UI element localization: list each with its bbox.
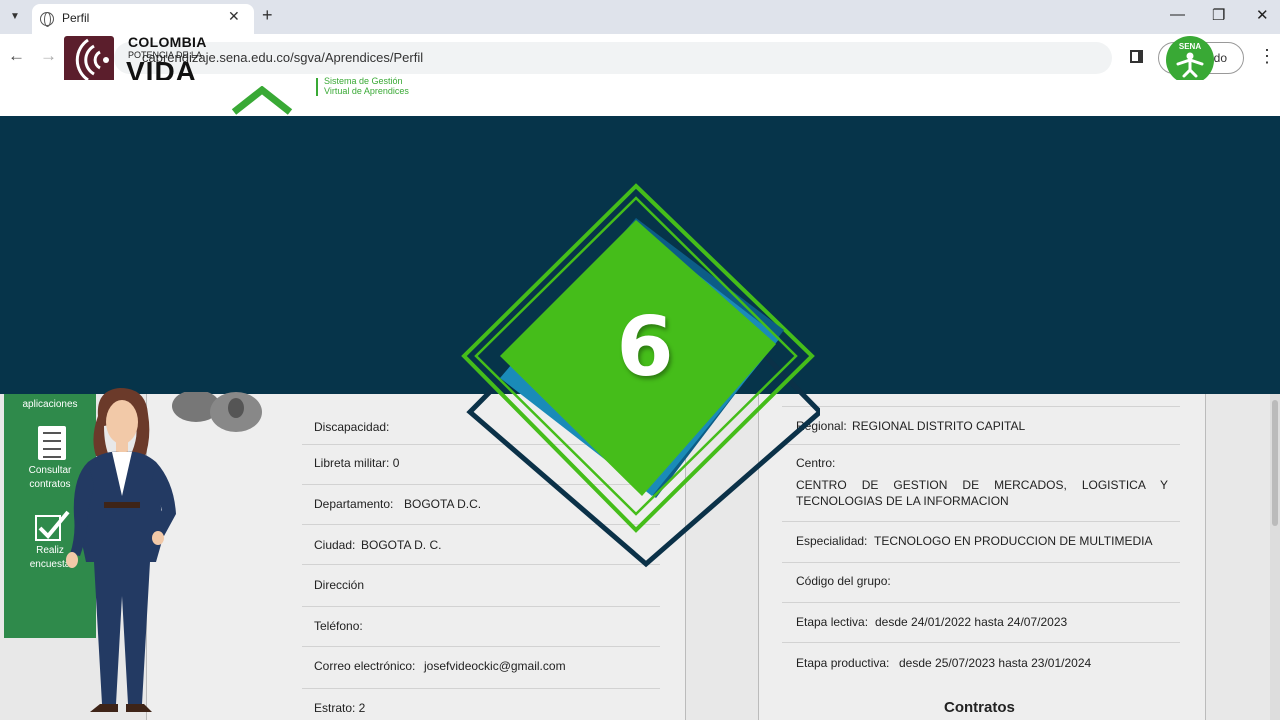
field-centro-value: CENTRO DE GESTION DE MERCADOS, LOGISTICA… [796,478,1168,508]
field-libreta-militar: Libreta militar: 0 [314,456,400,470]
sgva-logo-icon [231,86,293,115]
field-ciudad-label: Ciudad: [314,538,356,552]
back-arrow-icon[interactable]: ← [8,46,25,66]
field-etapa-productiva-value: desde 25/07/2023 hasta 23/01/2024 [899,656,1092,670]
side-panel-icon[interactable] [1130,50,1143,63]
field-codigo-grupo: Código del grupo: [796,574,891,588]
field-ciudad-value: BOGOTA D. C. [361,538,442,552]
divider [782,406,1180,407]
close-window-icon[interactable]: ✕ [1256,6,1269,24]
field-especialidad-value: TECNOLOGO EN PRODUCCION DE MULTIMEDIA [874,534,1153,548]
restore-icon[interactable]: ❐ [1212,6,1225,24]
field-estrato: Estrato: 2 [314,701,366,715]
colombia-wordmark: COLOMBIA [128,34,207,50]
menu-dots-icon[interactable]: ⋮ [1258,46,1276,67]
field-direccion: Dirección [314,578,365,592]
scrollbar-thumb[interactable] [1272,400,1278,526]
field-etapa-lectiva-label: Etapa lectiva: [796,615,869,629]
step-number: 6 [616,300,674,395]
divider [782,521,1180,522]
divider [782,602,1180,603]
sgva-title-line1: Sistema de Gestión [324,76,403,86]
page-header [0,80,1280,116]
forward-arrow-icon[interactable]: → [40,46,57,66]
sgva-title-line2: Virtual de Aprendices [324,86,409,96]
divider [302,688,660,689]
field-etapa-lectiva-value: desde 24/01/2022 hasta 24/07/2023 [875,615,1068,629]
contratos-heading: Contratos [944,699,1015,716]
field-telefono: Teléfono: [314,619,363,633]
field-correo-value: josefvideockic@gmail.com [424,659,566,673]
tab-title: Perfil [62,11,90,25]
academic-info-card [758,394,1206,720]
tab-close-icon[interactable]: ✕ [228,8,240,25]
browser-tab-bar: ▼ Perfil ✕ + — ❐ ✕ [0,0,1280,34]
field-discapacidad: Discapacidad: [314,420,390,434]
colombia-logo-icon [64,36,114,84]
divider [302,606,660,607]
divider [782,444,1180,445]
field-correo-label: Correo electrónico: [314,659,416,673]
divider [302,646,660,647]
browser-tab[interactable]: Perfil ✕ [32,4,254,34]
sena-logo-icon: SENA [1166,36,1214,84]
divider [782,562,1180,563]
field-etapa-productiva-label: Etapa productiva: [796,656,890,670]
tab-search-chevron-icon[interactable]: ▼ [6,8,24,26]
globe-icon [40,12,54,27]
new-tab-plus-icon[interactable]: + [262,5,273,26]
address-bar[interactable]: caprendizaje.sena.edu.co/sgva/Aprendices… [114,42,1112,74]
field-regional-value: REGIONAL DISTRITO CAPITAL [852,419,1026,433]
woman-presenter-illustration [66,388,176,712]
field-departamento-label: Departamento: [314,497,394,511]
sgva-divider [316,78,318,96]
minimize-icon[interactable]: — [1170,6,1185,23]
divider [782,642,1180,643]
